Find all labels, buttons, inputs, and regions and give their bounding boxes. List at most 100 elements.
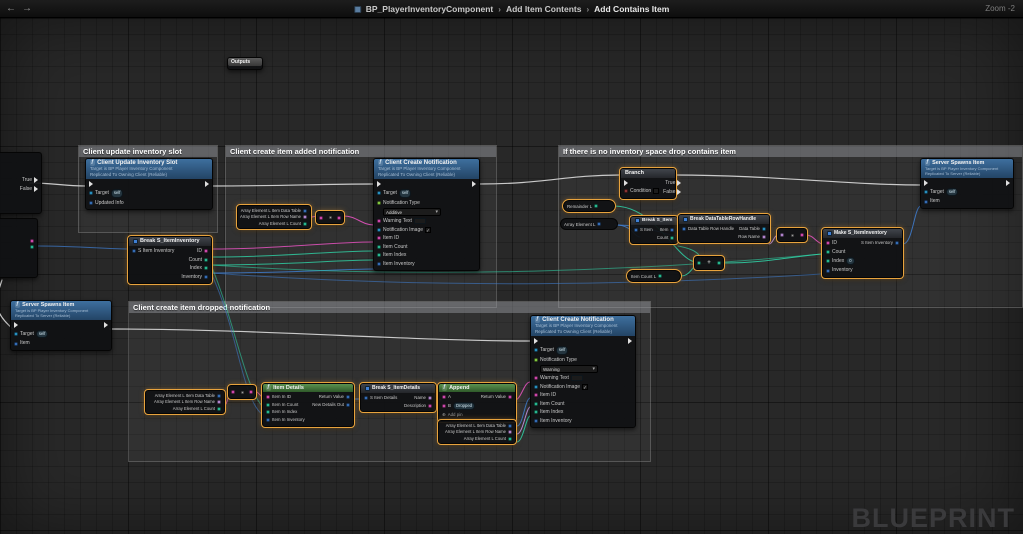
pin-notification-image[interactable]: Notification Image✓ xyxy=(534,384,588,391)
pin-output-dot[interactable] xyxy=(800,233,804,237)
break-item-inventory-node[interactable]: Break S_ItemInventory S Item Inventory I… xyxy=(128,236,212,284)
pin-s-item-inventory-out[interactable]: S Item Inventory xyxy=(861,240,899,246)
pin-dot[interactable] xyxy=(597,222,601,226)
client-create-notification-node[interactable]: ƒClient Create Notification Target is BP… xyxy=(373,158,480,271)
graph-canvas[interactable]: Client update inventory slot Client crea… xyxy=(0,18,1023,534)
exec-in-pin[interactable] xyxy=(14,322,18,328)
pin-target[interactable]: Targetself xyxy=(534,346,568,354)
branch-node-partial[interactable]: True False xyxy=(0,152,42,214)
string-operator-node[interactable] xyxy=(228,385,256,399)
pin-item[interactable]: Item xyxy=(14,340,30,347)
pin-true[interactable]: True xyxy=(665,180,681,187)
index-value-field[interactable]: 0 xyxy=(846,257,854,265)
pin-input-dot[interactable] xyxy=(319,216,323,220)
break-item-details-node[interactable]: Break S_ItemDetails S Item Details Name … xyxy=(360,383,436,412)
pin-warning-text[interactable]: Warning Text xyxy=(534,375,583,382)
pin-notification-image[interactable]: Notification Image✓ xyxy=(377,227,431,234)
exec-out-pin[interactable] xyxy=(205,181,209,187)
partial-node-left[interactable] xyxy=(0,218,38,278)
pin-data-table-row-handle[interactable]: Data Table Row Handle xyxy=(682,226,734,232)
pin-output-dot[interactable] xyxy=(717,261,721,265)
pin-false[interactable]: False xyxy=(20,186,38,193)
exec-in-pin[interactable] xyxy=(924,180,928,186)
warning-text-field[interactable] xyxy=(414,218,426,224)
pin-condition[interactable]: Condition xyxy=(624,188,659,195)
pin-item-in-id[interactable]: Item In ID xyxy=(266,394,291,400)
array-element-getter-node[interactable]: Array Element L Item Data Table Array El… xyxy=(237,205,311,229)
pin-item-row-name[interactable]: Array Element L Item Row Name xyxy=(149,399,221,404)
pin-notification-type[interactable]: Notification Type xyxy=(534,357,577,364)
pin-description[interactable]: Description xyxy=(404,403,432,409)
comment-header[interactable]: Client create item added notification xyxy=(226,146,496,157)
pin-count[interactable]: Count xyxy=(189,257,208,264)
pin-count[interactable]: Array Element L Count xyxy=(442,436,512,441)
break-item-node[interactable]: Break S_Item S Item Item Count xyxy=(630,216,678,244)
pin-item-inventory[interactable]: Item Inventory xyxy=(377,261,415,268)
item-count-variable-node[interactable]: Item Count L xyxy=(627,270,681,282)
pin-input-dot[interactable] xyxy=(231,390,235,394)
breadcrumb-item-component[interactable]: BP_PlayerInventoryComponent xyxy=(366,4,494,14)
b-value-field[interactable]: Dropped xyxy=(453,402,475,410)
exec-in-pin[interactable] xyxy=(89,181,93,187)
comment-header[interactable]: Client create item dropped notification xyxy=(129,302,650,313)
compare-operator-node[interactable] xyxy=(777,228,807,242)
string-operator-node[interactable] xyxy=(316,211,344,224)
pin-item-index[interactable]: Item Index xyxy=(534,409,563,416)
notification-image-checkbox[interactable]: ✓ xyxy=(582,384,588,390)
exec-in-pin[interactable] xyxy=(534,338,538,344)
exec-out-pin[interactable] xyxy=(104,322,108,328)
pin-false[interactable]: False xyxy=(663,189,681,196)
branch-node[interactable]: Branch Condition True False xyxy=(620,168,676,199)
pin-output[interactable] xyxy=(30,239,34,243)
array-element-variable-node[interactable]: Array Element L xyxy=(560,218,618,230)
pin-target[interactable]: Targetself xyxy=(89,189,123,197)
pin-s-item[interactable]: S Item xyxy=(634,227,653,233)
pin-output[interactable] xyxy=(30,245,34,249)
pin-item-count[interactable]: Item Count xyxy=(377,244,407,251)
pin-item-inventory[interactable]: Item Inventory xyxy=(534,418,572,425)
comment-header[interactable]: Client update inventory slot xyxy=(79,146,217,157)
pin-count[interactable]: Count xyxy=(826,249,845,256)
pin-return-value[interactable]: Return Value xyxy=(319,394,350,400)
notification-type-dropdown[interactable]: Warning▾ xyxy=(540,365,598,373)
pin-row-name[interactable]: Row Name xyxy=(738,234,766,240)
make-item-inventory-node[interactable]: Make S_ItemInventory ID Count Index0 Inv… xyxy=(822,228,903,278)
pin-data-table[interactable]: Data Table xyxy=(739,226,766,232)
pin-output-dot[interactable] xyxy=(337,216,341,220)
pin-dot[interactable] xyxy=(658,274,662,278)
pin-s-item-details[interactable]: S Item Details xyxy=(364,395,397,401)
pin-item[interactable]: Item xyxy=(924,198,940,205)
pin-target[interactable]: Targetself xyxy=(377,189,411,197)
pin-target[interactable]: Targetself xyxy=(924,188,958,196)
pin-item-data-table[interactable]: Array Element L Item Data Table xyxy=(241,208,307,213)
add-pin-button[interactable]: ⊕Add pin xyxy=(442,412,463,418)
pin-output-dot[interactable] xyxy=(249,390,253,394)
comment-header[interactable]: If there is no inventory space drop cont… xyxy=(559,146,1022,157)
item-details-node[interactable]: ƒItem Details Item In ID Item In Count I… xyxy=(262,383,354,427)
array-element-getter-node[interactable]: Array Element L Item Data Table Array El… xyxy=(438,420,516,444)
pin-target[interactable]: Targetself xyxy=(14,330,48,338)
pin-input-dot[interactable] xyxy=(697,261,701,265)
pin-id[interactable]: ID xyxy=(197,248,208,255)
pin-warning-text[interactable]: Warning Text xyxy=(377,218,426,225)
pin-inventory[interactable]: Inventory xyxy=(826,267,853,274)
client-create-notification-node[interactable]: ƒClient Create Notification Target is BP… xyxy=(530,315,636,428)
forward-button[interactable]: → xyxy=(22,0,32,17)
pin-dot[interactable] xyxy=(594,204,598,208)
breadcrumb-item-current[interactable]: Add Contains Item xyxy=(594,4,669,14)
exec-in-pin[interactable] xyxy=(624,180,628,186)
array-element-getter-node[interactable]: Array Element L Item Data Table Array El… xyxy=(145,390,225,414)
pin-name[interactable]: Name xyxy=(414,395,432,401)
pin-count[interactable]: Array Element L Count xyxy=(149,406,221,411)
outputs-node[interactable]: Outputs xyxy=(227,57,263,70)
exec-out-pin[interactable] xyxy=(628,338,632,344)
append-node[interactable]: ƒAppend A BDropped ⊕Add pin Return Value xyxy=(438,383,516,422)
pin-updated-info[interactable]: Updated Info xyxy=(89,200,124,207)
exec-out-pin[interactable] xyxy=(1006,180,1010,186)
remainder-variable-node[interactable]: Remainder L xyxy=(563,200,615,212)
pin-item[interactable]: Item xyxy=(660,227,675,233)
exec-out-pin[interactable] xyxy=(472,181,476,187)
condition-checkbox[interactable] xyxy=(653,188,659,194)
add-operator-node[interactable]: + xyxy=(694,256,724,270)
pin-item-row-name[interactable]: Array Element L Item Row Name xyxy=(442,429,512,434)
